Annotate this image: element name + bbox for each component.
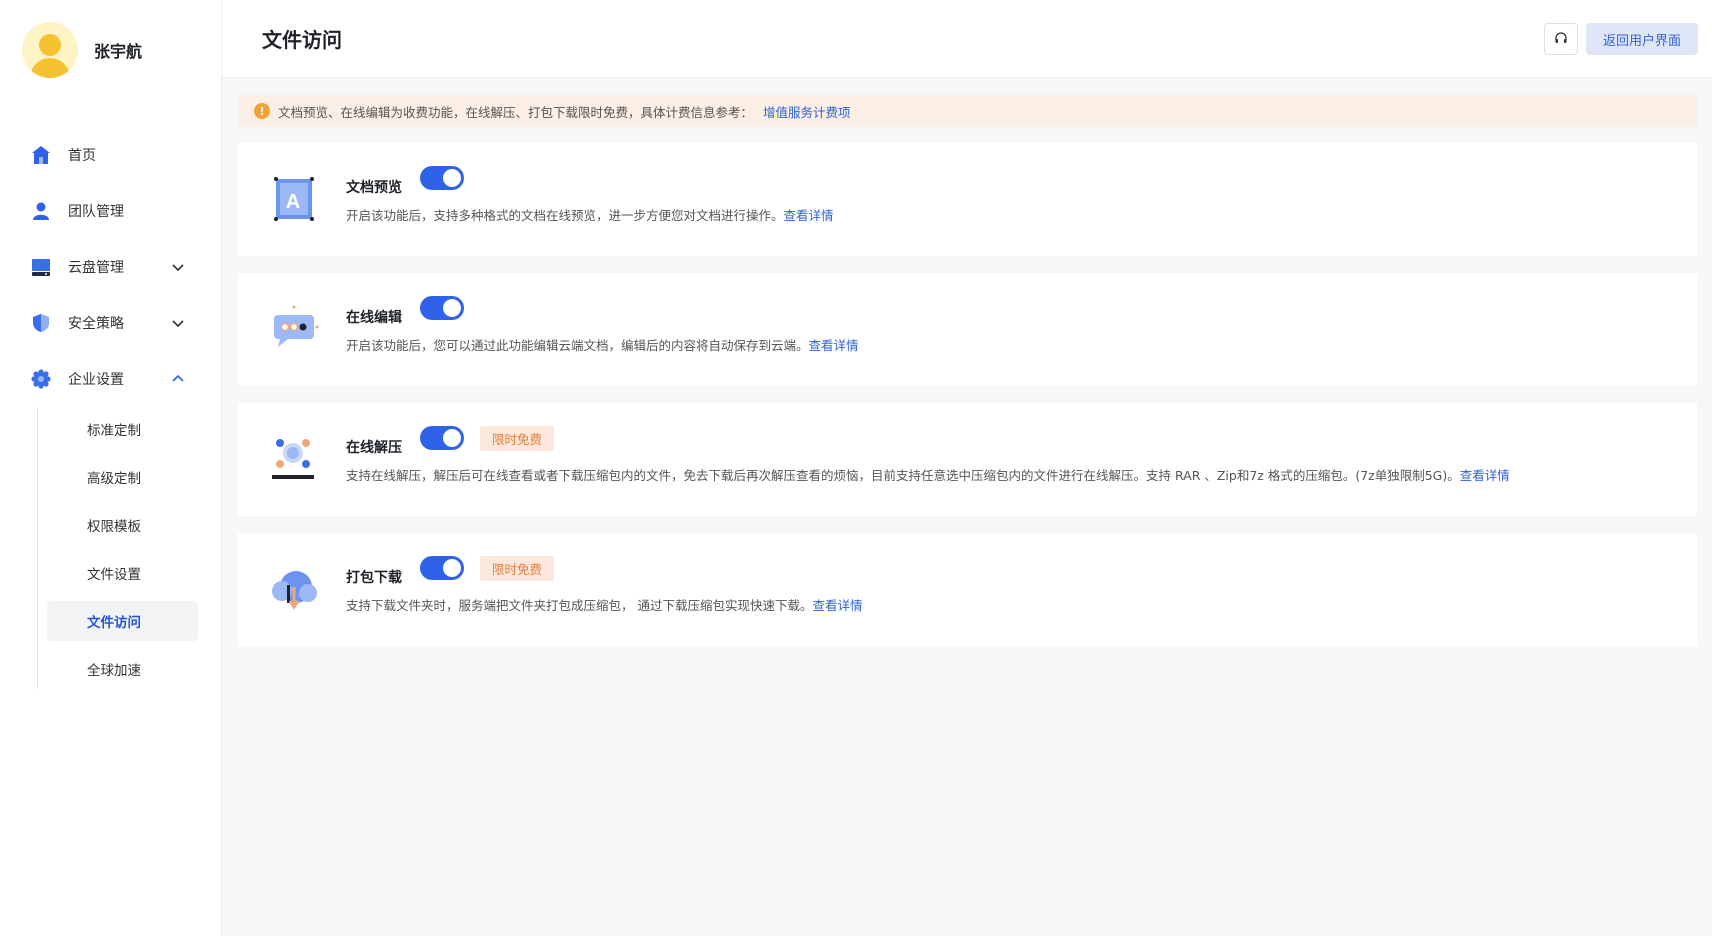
enterprise-submenu: 标准定制 高级定制 权限模板 文件设置 文件访问 全球加速: [37, 407, 221, 689]
feature-description: 支持下载文件夹时，服务端把文件夹打包成压缩包， 通过下载压缩包实现快速下载。查看…: [346, 598, 863, 613]
sidebar-item-label: 首页: [68, 148, 96, 164]
view-details-link[interactable]: 查看详情: [812, 598, 862, 613]
extract-toggle[interactable]: [420, 426, 464, 450]
feature-title: 在线解压: [346, 440, 402, 456]
sidebar-item-enterprise[interactable]: 企业设置: [0, 351, 221, 407]
package-download-icon: [272, 571, 317, 610]
document-preview-icon: A: [274, 177, 314, 221]
feature-title: 文档预览: [346, 180, 402, 196]
feature-card-preview: A 文档预览 开启该功能后，支持多种格式的文档在线预览，进一步方便您对文档进行操…: [238, 143, 1697, 256]
sidebar-item-cloud[interactable]: 云盘管理: [0, 239, 221, 295]
support-button[interactable]: [1544, 23, 1578, 55]
edit-toggle[interactable]: [420, 296, 464, 320]
feature-title: 打包下载: [346, 570, 402, 586]
notice-banner: ! 文档预览、在线编辑为收费功能，在线解压、打包下载限时免费，具体计费信息参考：…: [238, 95, 1697, 127]
submenu-item-advanced[interactable]: 高级定制: [47, 457, 198, 497]
gear-icon: [30, 368, 52, 390]
feature-card-download: 打包下载 限时免费 支持下载文件夹时，服务端把文件夹打包成压缩包， 通过下载压缩…: [238, 533, 1697, 646]
warning-icon: !: [254, 103, 270, 119]
feature-card-extract: 在线解压 限时免费 支持在线解压，解压后可在线查看或者下载压缩包内的文件，免去下…: [238, 403, 1697, 516]
shield-icon: [30, 312, 52, 334]
preview-toggle[interactable]: [420, 166, 464, 190]
online-extract-icon: [272, 439, 314, 479]
view-details-link[interactable]: 查看详情: [809, 338, 859, 353]
submenu-item-file-settings[interactable]: 文件设置: [47, 553, 198, 593]
submenu-item-global-acceleration[interactable]: 全球加速: [47, 649, 198, 689]
sidebar-item-label: 团队管理: [68, 204, 124, 220]
user-profile[interactable]: 张宇航: [22, 20, 142, 80]
sidebar-item-label: 云盘管理: [68, 260, 124, 276]
svg-text:A: A: [286, 191, 300, 213]
headset-icon: [1555, 32, 1567, 43]
notice-text: 文档预览、在线编辑为收费功能，在线解压、打包下载限时免费，具体计费信息参考：: [278, 104, 754, 120]
sidebar-item-label: 安全策略: [68, 316, 124, 332]
page-title: 文件访问: [262, 28, 342, 52]
feature-description: 支持在线解压，解压后可在线查看或者下载压缩包内的文件，免去下载后再次解压查看的烦…: [346, 468, 1510, 483]
limited-free-badge: 限时免费: [480, 426, 555, 451]
home-icon: [30, 144, 52, 166]
online-edit-icon: [274, 305, 319, 347]
avatar[interactable]: [22, 22, 78, 78]
sidebar-item-team[interactable]: 团队管理: [0, 183, 221, 239]
download-toggle[interactable]: [420, 556, 464, 580]
feature-title: 在线编辑: [346, 310, 402, 326]
back-to-user-button[interactable]: 返回用户界面: [1586, 23, 1698, 55]
chevron-down-icon[interactable]: [170, 315, 186, 331]
submenu-item-permission-template[interactable]: 权限模板: [47, 505, 198, 545]
cloud-disk-icon: [30, 256, 52, 278]
user-icon: [30, 200, 52, 222]
feature-card-edit: 在线编辑 开启该功能后，您可以通过此功能编辑云端文档，编辑后的内容将自动保存到云…: [238, 273, 1697, 386]
view-details-link[interactable]: 查看详情: [1460, 468, 1510, 483]
feature-description: 开启该功能后，您可以通过此功能编辑云端文档，编辑后的内容将自动保存到云端。查看详…: [346, 338, 859, 353]
sidebar-item-security[interactable]: 安全策略: [0, 295, 221, 351]
sidebar-item-label: 企业设置: [68, 372, 124, 388]
page-header: 文件访问 返回用户界面: [222, 0, 1712, 78]
submenu-item-standard[interactable]: 标准定制: [47, 409, 198, 449]
view-details-link[interactable]: 查看详情: [784, 208, 834, 223]
sidebar-nav: 首页 团队管理 云盘管理 安全策略 企业设置 标准定制 高级定制 权限模板 文件…: [0, 127, 221, 697]
chevron-up-icon[interactable]: [170, 371, 186, 387]
pricing-link[interactable]: 增值服务计费项: [763, 102, 851, 121]
feature-description: 开启该功能后，支持多种格式的文档在线预览，进一步方便您对文档进行操作。查看详情: [346, 208, 834, 223]
limited-free-badge: 限时免费: [480, 556, 555, 581]
user-name: 张宇航: [94, 42, 143, 61]
sidebar-item-home[interactable]: 首页: [0, 127, 221, 183]
submenu-item-file-access[interactable]: 文件访问: [47, 601, 198, 641]
sidebar: 张宇航 首页 团队管理 云盘管理 安全策略 企业设置 标准定制 高级定制 权限模…: [0, 0, 222, 936]
chevron-down-icon[interactable]: [170, 259, 186, 275]
